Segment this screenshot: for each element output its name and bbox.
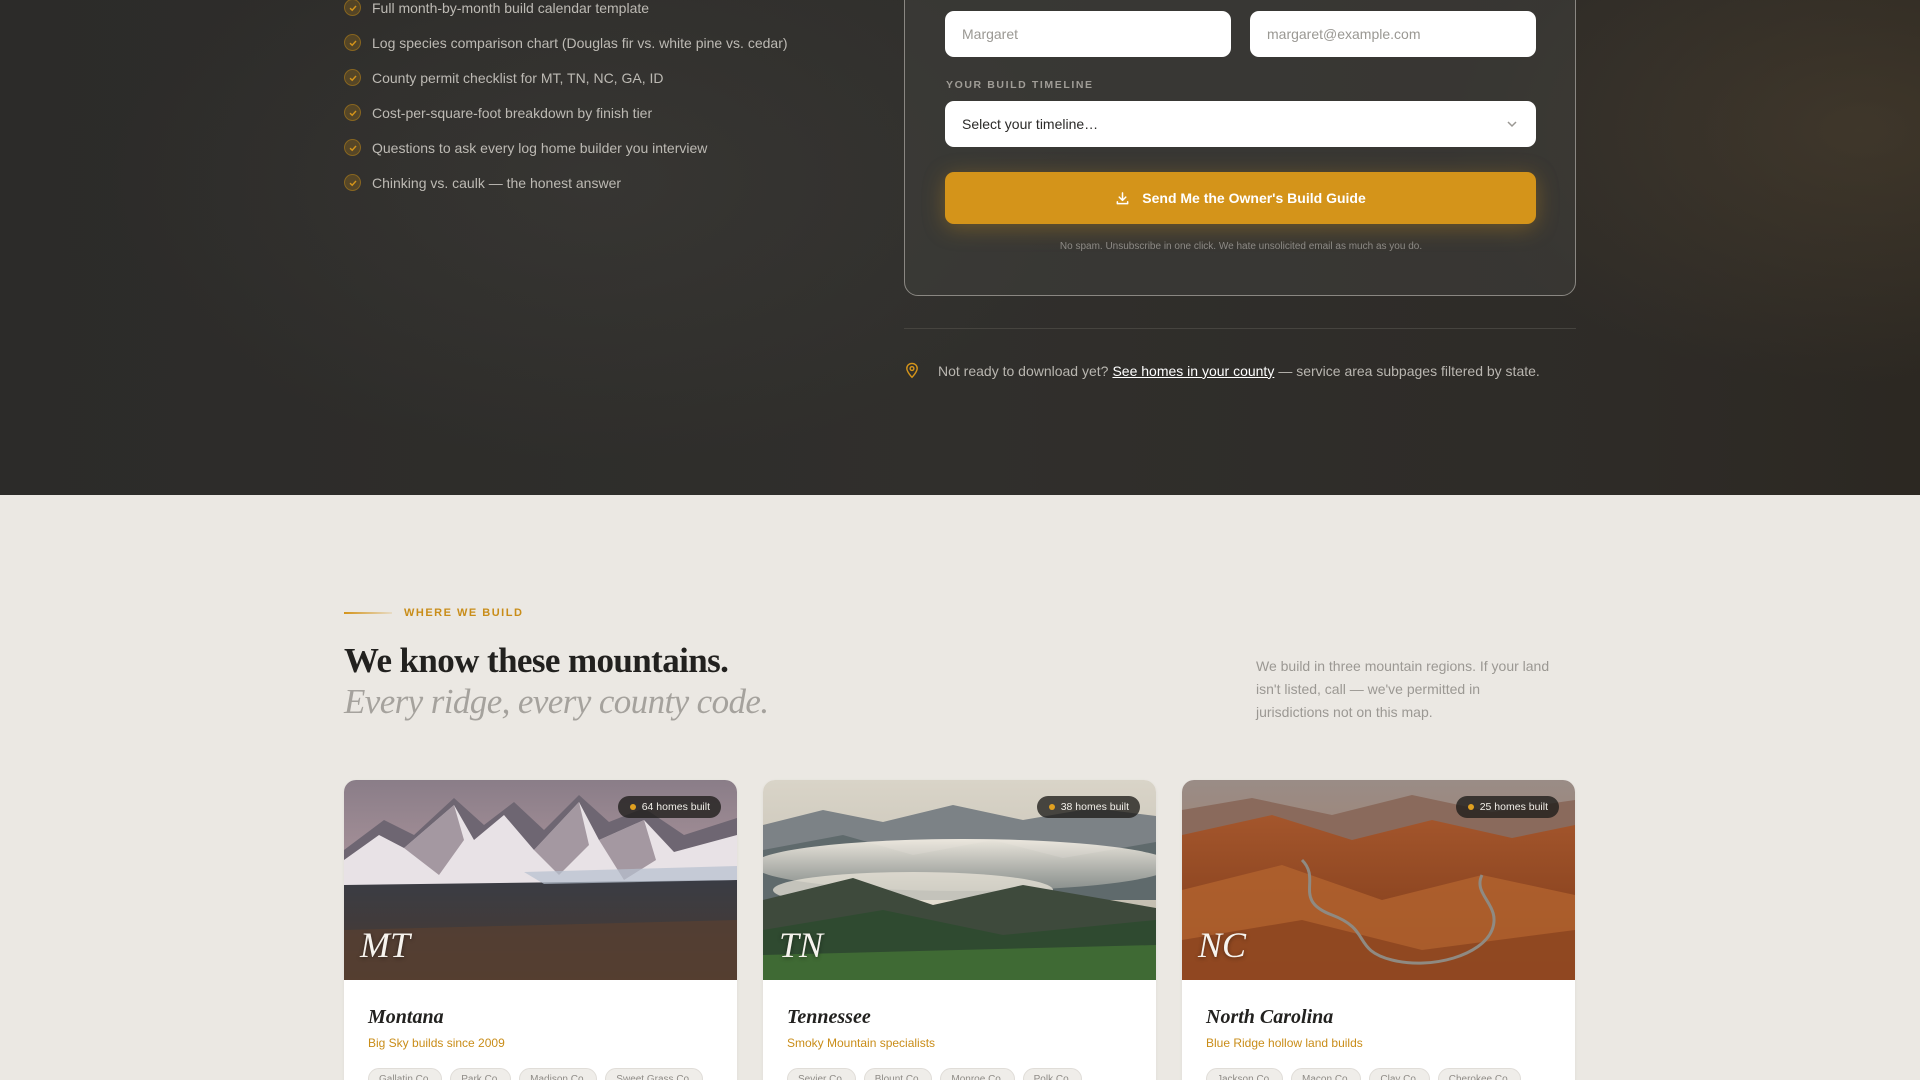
list-item: Log species comparison chart (Douglas fi… — [344, 25, 864, 60]
region-title: Tennessee — [787, 1006, 871, 1028]
county-note-text: Not ready to download yet? — [938, 362, 1109, 379]
list-item: County permit checklist for MT, TN, NC, … — [344, 60, 864, 95]
county-chip[interactable]: Madison Co. — [519, 1068, 598, 1080]
list-item: Cost-per-square-foot breakdown by finish… — [344, 95, 864, 130]
section-subhead: Every ridge, every county code. — [344, 682, 769, 721]
badge-dot — [1467, 804, 1474, 810]
homes-built-count: 25 homes built — [1479, 801, 1548, 813]
check-circle-icon — [344, 174, 361, 191]
email-field[interactable] — [1250, 11, 1536, 57]
state-abbreviation: NC — [1198, 925, 1247, 965]
timeline-label: YOUR BUILD TIMELINE — [946, 79, 1094, 91]
list-item-text: County permit checklist for MT, TN, NC, … — [372, 69, 664, 86]
list-item-text: Cost-per-square-foot breakdown by finish… — [372, 104, 653, 121]
eyebrow-text: WHERE WE BUILD — [404, 607, 524, 619]
check-circle-icon — [344, 104, 361, 121]
county-chip[interactable]: Cherokee Co. — [1437, 1068, 1522, 1080]
timeline-select[interactable]: Select your timeline… — [945, 101, 1536, 147]
county-chip[interactable]: Park Co. — [450, 1068, 512, 1080]
lead-magnet-section: Full month-by-month build calendar templ… — [0, 0, 1920, 495]
county-chip[interactable]: Blount Co. — [863, 1068, 933, 1080]
homes-built-badge: 64 homes built — [617, 796, 721, 818]
county-chips: Jackson Co. Macon Co. Clay Co. Cherokee … — [1206, 1068, 1529, 1080]
list-item-text: Chinking vs. caulk — the honest answer — [372, 174, 622, 191]
check-circle-icon — [344, 0, 361, 16]
county-note: Not ready to download yet? See homes in … — [904, 362, 1540, 379]
county-chips: Sevier Co. Blount Co. Monroe Co. Polk Co… — [787, 1068, 1090, 1080]
county-chip[interactable]: Jackson Co. — [1206, 1068, 1284, 1080]
privacy-fineprint: No spam. Unsubscribe in one click. We ha… — [1059, 241, 1423, 252]
badge-dot — [1048, 804, 1055, 810]
montana-photo: 64 homes built MT — [344, 780, 737, 980]
county-note-suffix: — service area subpages filtered by stat… — [1278, 362, 1540, 379]
send-guide-button-label: Send Me the Owner's Build Guide — [1142, 190, 1366, 206]
county-chip[interactable]: Macon Co. — [1291, 1068, 1362, 1080]
first-name-field[interactable] — [945, 11, 1231, 57]
region-card-montana[interactable]: 64 homes built MT Montana Big Sky builds… — [344, 780, 737, 1080]
region-card-tennessee[interactable]: 38 homes built TN Tennessee Smoky Mounta… — [763, 780, 1156, 1080]
county-chip[interactable]: Sweet Grass Co. — [605, 1068, 703, 1080]
see-homes-county-link[interactable]: See homes in your county — [1112, 363, 1274, 379]
section-eyebrow: WHERE WE BUILD — [344, 607, 523, 619]
list-item-text: Full month-by-month build calendar templ… — [372, 0, 650, 16]
check-circle-icon — [344, 139, 361, 156]
county-chip[interactable]: Sevier Co. — [787, 1068, 856, 1080]
county-chips: Gallatin Co. Park Co. Madison Co. Sweet … — [368, 1068, 711, 1080]
region-subtitle: Big Sky builds since 2009 — [368, 1036, 505, 1050]
homes-built-count: 38 homes built — [1060, 801, 1129, 813]
section-intro: We build in three mountain regions. If y… — [1256, 658, 1550, 720]
guide-contents-list: Full month-by-month build calendar templ… — [344, 0, 864, 200]
region-title: North Carolina — [1206, 1006, 1334, 1028]
send-guide-button[interactable]: Send Me the Owner's Build Guide — [945, 172, 1536, 224]
badge-dot — [629, 804, 636, 810]
list-item: Chinking vs. caulk — the honest answer — [344, 165, 864, 200]
region-subtitle: Blue Ridge hollow land builds — [1206, 1036, 1363, 1050]
region-title: Montana — [368, 1006, 444, 1028]
homes-built-badge: 38 homes built — [1036, 796, 1140, 818]
state-abbreviation: MT — [360, 925, 411, 965]
region-card-north-carolina[interactable]: 25 homes built NC North Carolina Blue Ri… — [1182, 780, 1575, 1080]
county-chip[interactable]: Monroe Co. — [940, 1068, 1015, 1080]
county-chip[interactable]: Polk Co. — [1022, 1068, 1083, 1080]
check-circle-icon — [344, 34, 361, 51]
region-subtitle: Smoky Mountain specialists — [787, 1036, 936, 1050]
list-item-text: Log species comparison chart (Douglas fi… — [372, 34, 788, 51]
list-item: Questions to ask every log home builder … — [344, 130, 864, 165]
county-chip[interactable]: Clay Co. — [1369, 1068, 1430, 1080]
check-circle-icon — [344, 69, 361, 86]
eyebrow-rule — [344, 612, 392, 614]
download-icon — [1116, 191, 1129, 204]
section-headline: We know these mountains. — [344, 641, 729, 680]
north-carolina-photo: 25 homes built NC — [1182, 780, 1575, 980]
map-pin-icon — [906, 362, 918, 379]
homes-built-badge: 25 homes built — [1455, 796, 1559, 818]
chevron-down-icon — [1507, 121, 1517, 128]
build-guide-form: YOUR BUILD TIMELINE Select your timeline… — [904, 0, 1576, 296]
list-item-text: Questions to ask every log home builder … — [372, 139, 708, 156]
list-item: Full month-by-month build calendar templ… — [344, 0, 864, 25]
divider — [904, 328, 1576, 329]
homes-built-count: 64 homes built — [641, 801, 710, 813]
tennessee-photo: 38 homes built TN — [763, 780, 1156, 980]
county-chip[interactable]: Gallatin Co. — [368, 1068, 443, 1080]
timeline-select-value: Select your timeline… — [962, 116, 1099, 132]
state-abbreviation: TN — [779, 925, 824, 965]
